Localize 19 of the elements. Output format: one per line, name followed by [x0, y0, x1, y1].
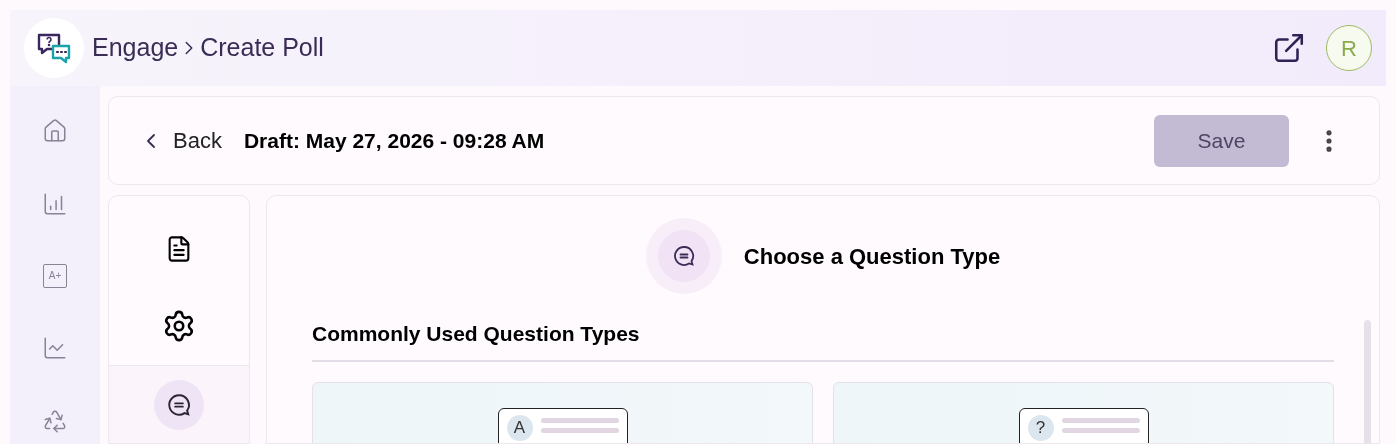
back-button[interactable]: Back	[139, 124, 222, 157]
option-marker: A	[506, 414, 533, 441]
page-title: Choose a Question Type	[743, 242, 1001, 271]
draft-timestamp: Draft: May 27, 2026 - 09:28 AM	[243, 127, 545, 154]
bar-chart-icon[interactable]	[42, 191, 68, 217]
question-type-card[interactable]: ?	[833, 381, 1334, 443]
chat-icon	[166, 391, 192, 418]
breadcrumb-item[interactable]: Engage	[92, 29, 179, 67]
breadcrumb-item: Create Poll	[200, 32, 324, 64]
chat-icon	[671, 244, 696, 268]
home-icon[interactable]	[42, 118, 68, 144]
open-external-icon[interactable]	[1272, 31, 1306, 65]
settings-icon	[162, 309, 196, 344]
questions-tab[interactable]	[154, 379, 204, 430]
section-heading: Commonly Used Question Types	[312, 318, 1334, 362]
recycle-icon[interactable]	[42, 408, 68, 434]
option-marker: ?	[1027, 414, 1054, 441]
question-type-card[interactable]: A	[312, 381, 813, 443]
line-chart-icon[interactable]	[42, 335, 68, 361]
